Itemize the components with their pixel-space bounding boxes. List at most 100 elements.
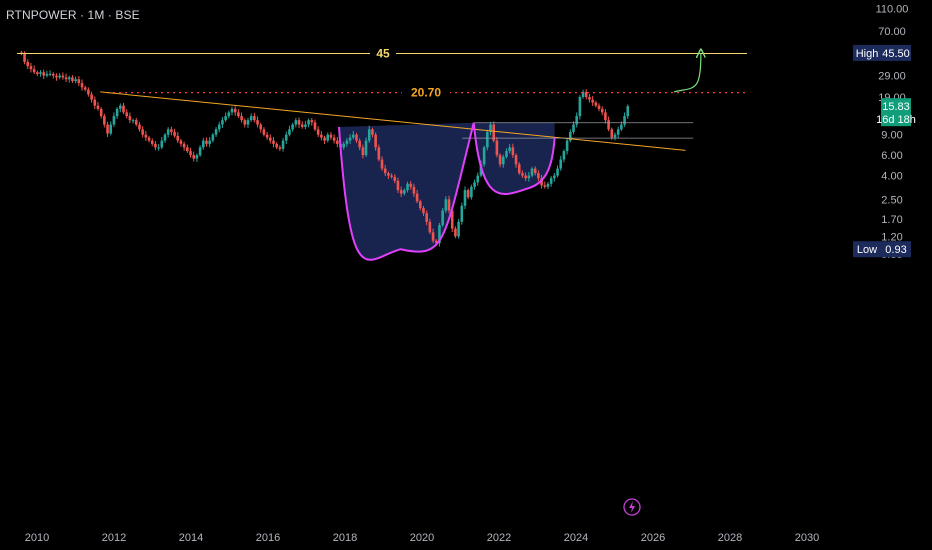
candle-body xyxy=(527,175,531,179)
candle-body xyxy=(486,131,489,148)
candle-body xyxy=(543,185,547,187)
y-tick-label: 29.00 xyxy=(878,71,906,83)
candle-body xyxy=(256,120,259,125)
badge-value: 15.83 xyxy=(882,101,910,113)
candle-body xyxy=(473,182,476,187)
candle-body xyxy=(154,143,157,148)
candle-body xyxy=(307,120,310,125)
candle-body xyxy=(201,140,205,148)
candle-body xyxy=(26,61,30,67)
candle-body xyxy=(300,124,304,127)
candle-body xyxy=(521,173,524,176)
candle-body xyxy=(61,75,65,78)
candle-body xyxy=(214,129,218,135)
badge-value: 0.93 xyxy=(885,244,906,256)
candle-body xyxy=(364,140,368,156)
x-tick-label: 2014 xyxy=(179,532,203,544)
candle-body xyxy=(371,129,374,135)
x-tick-label: 2024 xyxy=(564,532,588,544)
candle-body xyxy=(588,96,591,100)
candle-body xyxy=(227,112,231,117)
candle-body xyxy=(562,151,566,160)
candle-body xyxy=(74,79,77,82)
candle-body xyxy=(553,175,556,179)
candle-body xyxy=(39,72,42,74)
candle-body xyxy=(176,135,180,141)
x-tick-label: 2012 xyxy=(102,532,126,544)
candle-body xyxy=(377,147,381,160)
candle-body xyxy=(358,140,361,148)
candle-body xyxy=(361,147,365,156)
candle-body xyxy=(610,129,614,138)
x-tick-label: 2028 xyxy=(718,532,742,544)
candle-body xyxy=(294,120,298,125)
candle-body xyxy=(415,193,419,202)
y-tick-label: 9.00 xyxy=(881,130,902,142)
candle-body xyxy=(505,151,508,157)
candle-body xyxy=(549,178,553,184)
candle-body xyxy=(466,190,470,198)
candle-body xyxy=(537,173,540,179)
candle-body xyxy=(431,232,435,241)
candle-body xyxy=(29,66,33,70)
y-tick-label: 1.70 xyxy=(881,214,902,226)
candle-body xyxy=(530,168,534,176)
candle-body xyxy=(275,143,278,148)
candle-body xyxy=(278,147,282,149)
candle-body xyxy=(463,190,467,206)
candle-body xyxy=(112,116,116,125)
candle-body xyxy=(498,155,502,165)
candle-body xyxy=(109,124,113,134)
candle-body xyxy=(412,186,416,194)
candle-body xyxy=(64,77,68,80)
candle-body xyxy=(409,183,413,187)
lightning-icon[interactable] xyxy=(623,498,641,516)
candle-body xyxy=(559,159,563,169)
candle-body xyxy=(616,129,620,135)
candle-body xyxy=(131,120,135,122)
x-tick-label: 2010 xyxy=(25,532,49,544)
candle-body xyxy=(141,129,144,135)
candle-body xyxy=(591,99,594,103)
candle-body xyxy=(284,134,288,141)
candle-body xyxy=(205,140,208,144)
candle-body xyxy=(93,99,97,106)
price-chart[interactable]: 45 20.70 2010 2012 2014 2016 2018 2020 2022 2024… xyxy=(0,0,932,550)
candle-body xyxy=(71,77,74,82)
y-tick-label: 2.50 xyxy=(881,194,902,206)
candle-body xyxy=(99,108,103,117)
candle-body xyxy=(224,116,227,121)
candle-body xyxy=(67,77,71,80)
candle-body xyxy=(125,112,128,117)
candle-body xyxy=(233,108,237,113)
candle-body xyxy=(106,124,109,134)
candle-body xyxy=(533,168,537,174)
candle-body xyxy=(55,75,58,78)
candle-body xyxy=(83,87,87,90)
candle-body xyxy=(157,147,160,149)
candle-body xyxy=(460,205,464,222)
candle-body xyxy=(163,134,167,141)
candle-body xyxy=(620,124,623,130)
badge-value: 45.50 xyxy=(882,48,910,60)
candle-body xyxy=(501,156,505,165)
candle-body xyxy=(623,116,626,125)
candle-body xyxy=(211,134,215,141)
candle-body xyxy=(383,168,387,174)
candle-body xyxy=(313,122,317,130)
candle-body xyxy=(221,120,224,125)
candle-body xyxy=(604,112,607,121)
candle-body xyxy=(90,94,93,100)
candle-body xyxy=(441,210,444,226)
candle-body xyxy=(626,106,630,117)
level-45-label: 45 xyxy=(376,46,390,60)
candle-body xyxy=(594,102,598,106)
x-tick-label: 2022 xyxy=(487,532,511,544)
candle-body xyxy=(476,175,480,183)
candle-body xyxy=(508,147,511,152)
candle-body xyxy=(597,105,601,109)
candle-body xyxy=(42,72,46,76)
candle-body xyxy=(240,116,243,121)
candle-body xyxy=(119,105,122,109)
candle-body xyxy=(310,120,314,123)
